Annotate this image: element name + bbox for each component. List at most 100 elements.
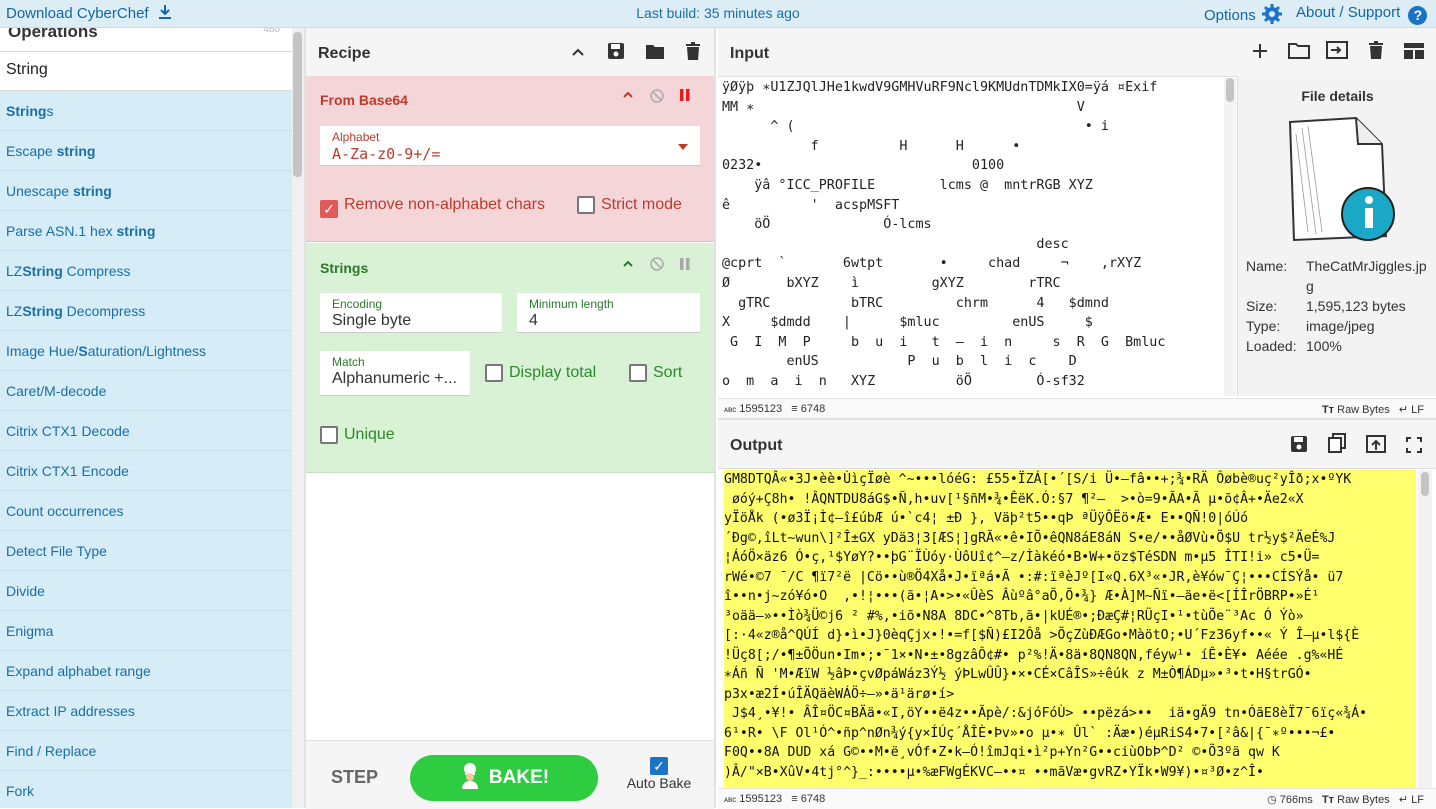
add-tab-icon[interactable] [1248, 43, 1272, 65]
input-format[interactable]: Raw Bytes [1337, 404, 1390, 416]
copy-icon[interactable] [1325, 433, 1349, 459]
output-eol[interactable]: LF [1411, 794, 1424, 806]
save-icon[interactable] [1287, 435, 1311, 459]
folder-icon[interactable] [644, 42, 666, 65]
operation-label-part[interactable]: Find / Replace [6, 743, 96, 759]
open-file-icon[interactable] [1325, 41, 1349, 65]
strict-mode-checkbox[interactable]: Strict mode [577, 196, 682, 214]
operation-label-part[interactable]: LZ [6, 303, 22, 319]
eol-icon[interactable]: ↵ [1399, 794, 1408, 806]
checkbox-checked-icon[interactable]: ✓ [650, 757, 668, 775]
chevron-up-icon[interactable] [622, 257, 634, 273]
operation-label-match[interactable]: String [22, 303, 62, 319]
operation-label-part[interactable]: Expand alphabet range [6, 663, 151, 679]
operation-label-part[interactable]: Extract IP addresses [6, 703, 135, 719]
input-eol[interactable]: LF [1411, 404, 1424, 416]
operation-item[interactable]: Citrix CTX1 Decode [0, 411, 292, 451]
disable-icon[interactable] [649, 88, 665, 107]
operation-item[interactable]: Escape string [0, 131, 292, 171]
replace-input-icon[interactable] [1364, 435, 1388, 459]
about-label[interactable]: About / Support [1296, 4, 1400, 21]
maximize-icon[interactable] [1402, 437, 1426, 459]
font-icon[interactable]: Tт [1322, 794, 1334, 806]
step-button[interactable]: STEP [331, 767, 378, 788]
open-folder-icon[interactable] [1287, 41, 1311, 65]
search-input[interactable] [0, 52, 276, 88]
operation-item[interactable]: Image Hue/Saturation/Lightness [0, 331, 292, 371]
unique-label[interactable]: Unique [344, 426, 395, 443]
operation-item[interactable]: LZString Compress [0, 251, 292, 291]
operation-label-part[interactable]: aturation/Lightness [88, 343, 206, 359]
encoding-select[interactable]: Encoding Single byte [320, 293, 502, 333]
operation-item[interactable]: Detect File Type [0, 531, 292, 571]
sort-label[interactable]: Sort [653, 364, 682, 381]
breakpoint-icon[interactable] [679, 257, 691, 274]
auto-bake-label[interactable]: Auto Bake [627, 775, 692, 791]
operation-item[interactable]: Extract IP addresses [0, 691, 292, 731]
operation-label-match[interactable]: string [73, 183, 112, 199]
operations-search[interactable] [0, 52, 292, 91]
about-link[interactable]: About / Support ? [1296, 4, 1428, 25]
alphabet-value[interactable]: A-Za-z0-9+/= [332, 145, 688, 163]
download-icon[interactable] [157, 4, 173, 20]
operation-item[interactable]: Unescape string [0, 171, 292, 211]
disable-icon[interactable] [649, 256, 665, 275]
operation-item[interactable]: Enigma [0, 611, 292, 651]
operation-item[interactable]: Divide [0, 571, 292, 611]
operation-label-part[interactable]: Enigma [6, 623, 53, 639]
operation-item[interactable]: Count occurrences [0, 491, 292, 531]
match-value[interactable]: Alphanumeric +... [332, 370, 458, 388]
checkbox-unchecked-icon[interactable] [629, 364, 647, 382]
operation-item[interactable]: Strings [0, 91, 292, 131]
operations-scrollbar[interactable] [292, 28, 304, 808]
operation-label-part[interactable]: Fork [6, 783, 34, 799]
collapse-all-icon[interactable] [567, 44, 589, 65]
operation-label-part[interactable]: LZ [6, 263, 22, 279]
operation-label-part[interactable]: Compress [63, 263, 131, 279]
operation-label-part[interactable]: Caret/M-decode [6, 383, 106, 399]
eol-icon[interactable]: ↵ [1399, 404, 1408, 416]
operation-item[interactable]: Caret/M-decode [0, 371, 292, 411]
minimum-length-input[interactable]: Minimum length 4 [517, 293, 700, 333]
operation-item[interactable]: Citrix CTX1 Encode [0, 451, 292, 491]
sort-checkbox[interactable]: Sort [629, 364, 682, 382]
operation-label-part[interactable]: Parse ASN.1 hex [6, 223, 117, 239]
layout-icon[interactable] [1402, 43, 1426, 65]
alphabet-select[interactable]: Alphabet A-Za-z0-9+/= [320, 126, 700, 166]
operation-label-match[interactable]: string [117, 223, 156, 239]
panel-divider[interactable] [714, 28, 716, 808]
operation-label-part[interactable]: Divide [6, 583, 45, 599]
operation-item[interactable]: Parse ASN.1 hex string [0, 211, 292, 251]
minimum-length-value[interactable]: 4 [529, 312, 688, 330]
operation-label-part[interactable]: Citrix CTX1 Encode [6, 463, 129, 479]
bake-label[interactable]: BAKE! [489, 767, 549, 788]
operation-label-part[interactable]: s [46, 103, 53, 119]
font-icon[interactable]: Tт [1322, 404, 1334, 416]
display-total-checkbox[interactable]: Display total [485, 364, 596, 382]
checkbox-unchecked-icon[interactable] [577, 196, 595, 214]
checkbox-unchecked-icon[interactable] [485, 364, 503, 382]
from-base64-operation[interactable]: From Base64 Alphabet A-Za-z0-9+/= ✓ Remov… [306, 76, 714, 242]
operation-label-part[interactable]: Decompress [63, 303, 146, 319]
operation-label-part[interactable]: Image Hue/ [6, 343, 78, 359]
operation-item[interactable]: Fork [0, 771, 292, 808]
checkbox-unchecked-icon[interactable] [320, 426, 338, 444]
save-icon[interactable] [605, 42, 627, 65]
operation-item[interactable]: Find / Replace [0, 731, 292, 771]
scrollbar-thumb[interactable] [293, 32, 302, 177]
output-format[interactable]: Raw Bytes [1337, 794, 1390, 806]
operation-label-match[interactable]: String [22, 263, 62, 279]
dropdown-caret-icon[interactable] [678, 144, 688, 150]
help-icon[interactable]: ? [1408, 6, 1428, 25]
remove-non-alphabet-checkbox[interactable]: ✓ Remove non-alphabet chars [320, 196, 545, 218]
scrollbar-thumb[interactable] [1421, 472, 1429, 496]
remove-non-alphabet-label[interactable]: Remove non-alphabet chars [344, 196, 545, 213]
match-select[interactable]: Match Alphanumeric +... [320, 351, 470, 396]
operation-label-part[interactable]: Count occurrences [6, 503, 124, 519]
strings-operation[interactable]: Strings Encoding Single byte Minimum len… [306, 243, 714, 473]
encoding-value[interactable]: Single byte [332, 312, 490, 330]
operation-label-part[interactable]: Detect File Type [6, 543, 107, 559]
options-label[interactable]: Options [1204, 7, 1256, 24]
checkbox-checked-icon[interactable]: ✓ [320, 200, 338, 218]
unique-checkbox[interactable]: Unique [320, 426, 395, 444]
